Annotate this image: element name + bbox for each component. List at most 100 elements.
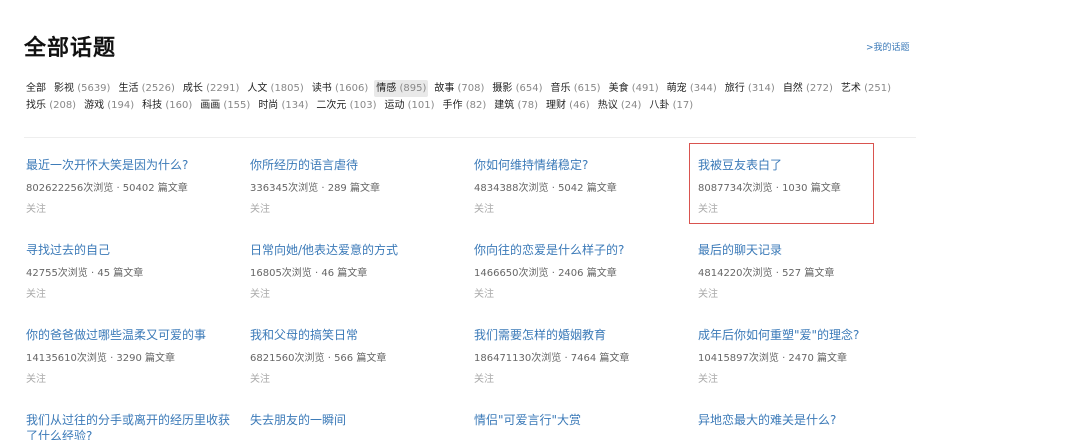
- topic-card: 情侣"可爱言行"大赏: [474, 412, 684, 428]
- category-count: (615): [573, 83, 601, 94]
- topic-title-link[interactable]: 异地恋最大的难关是什么?: [698, 412, 906, 428]
- follow-button[interactable]: 关注: [698, 370, 718, 385]
- follow-button[interactable]: 关注: [250, 200, 270, 215]
- category-item[interactable]: 科技 (160): [140, 97, 194, 114]
- category-name: 建筑: [494, 100, 515, 111]
- topic-title-link[interactable]: 情侣"可爱言行"大赏: [474, 412, 682, 428]
- follow-button[interactable]: 关注: [26, 370, 46, 385]
- category-item[interactable]: 生活 (2526): [116, 80, 176, 97]
- category-item[interactable]: 建筑 (78): [492, 97, 540, 114]
- topic-card: 日常向她/他表达爱意的方式 16805次浏览 · 46 篇文章关注: [250, 242, 460, 301]
- category-count: (46): [569, 100, 590, 111]
- category-count: (134): [281, 100, 309, 111]
- category-count: (491): [631, 83, 659, 94]
- topic-stats: 336345次浏览 · 289 篇文章: [250, 183, 380, 194]
- category-count: (1606): [335, 83, 369, 94]
- topic-title-link[interactable]: 成年后你如何重塑"爱"的理念?: [698, 327, 906, 343]
- topic-card: 寻找过去的自己 42755次浏览 · 45 篇文章 关注: [26, 242, 236, 301]
- category-name: 人文: [247, 83, 268, 94]
- category-count: (1805): [270, 83, 304, 94]
- topic-title-link[interactable]: 我们从过往的分手或离开的经历里收获了什么经验?: [26, 412, 234, 440]
- category-item[interactable]: 旅行 (314): [723, 80, 777, 97]
- topic-card: 成年后你如何重塑"爱"的理念? 10415897次浏览 · 2470 篇文章关注: [698, 327, 908, 386]
- category-item[interactable]: 艺术 (251): [839, 80, 893, 97]
- topic-stats: 10415897次浏览 · 2470 篇文章: [698, 353, 848, 364]
- category-item[interactable]: 人文 (1805): [245, 80, 305, 97]
- category-item[interactable]: 游戏 (194): [82, 97, 136, 114]
- topic-card: 异地恋最大的难关是什么?: [698, 412, 908, 428]
- category-name: 游戏: [84, 100, 105, 111]
- page-title: 全部话题: [24, 36, 117, 61]
- follow-button[interactable]: 关注: [26, 200, 46, 215]
- category-name: 旅行: [724, 83, 745, 94]
- category-name: 二次元: [316, 100, 347, 111]
- follow-button[interactable]: 关注: [250, 285, 270, 300]
- follow-button[interactable]: 关注: [698, 285, 718, 300]
- category-item[interactable]: 找乐 (208): [24, 97, 78, 114]
- topic-title-link[interactable]: 我和父母的搞笑日常: [250, 327, 458, 343]
- category-name: 八卦: [649, 100, 670, 111]
- topics-page: 全部话题 >我的话题 全部 影视 (5639) 生活 (2526) 成长 (2291…: [0, 0, 1080, 440]
- category-item[interactable]: 故事 (708): [432, 80, 486, 97]
- category-count: (101): [407, 100, 435, 111]
- category-item[interactable]: 运动 (101): [382, 97, 436, 114]
- category-item[interactable]: 热议 (24): [596, 97, 644, 114]
- follow-button[interactable]: 关注: [26, 285, 46, 300]
- topic-title-link[interactable]: 你所经历的语言虐待: [250, 157, 458, 173]
- category-count: (251): [864, 83, 891, 94]
- follow-button[interactable]: 关注: [474, 370, 494, 385]
- topic-title-link[interactable]: 最近一次开怀大笑是因为什么?: [26, 157, 234, 173]
- category-item[interactable]: 手作 (82): [441, 97, 489, 114]
- category-item[interactable]: 成长 (2291): [181, 80, 241, 97]
- category-item[interactable]: 读书 (1606): [310, 80, 370, 97]
- topic-card: 失去朋友的一瞬间: [250, 412, 460, 428]
- follow-button[interactable]: 关注: [474, 200, 494, 215]
- category-item[interactable]: 画画 (155): [198, 97, 252, 114]
- topic-stats: 4834388次浏览 · 5042 篇文章: [474, 183, 617, 194]
- category-count: (194): [107, 100, 135, 111]
- category-item[interactable]: 二次元 (103): [314, 97, 378, 114]
- topic-title-link[interactable]: 你如何维持情绪稳定?: [474, 157, 682, 173]
- category-item[interactable]: 自然 (272): [781, 80, 835, 97]
- category-item[interactable]: 音乐 (615): [549, 80, 603, 97]
- category-count: (160): [165, 100, 193, 111]
- category-item[interactable]: 全部: [24, 80, 48, 97]
- follow-button[interactable]: 关注: [250, 370, 270, 385]
- category-name: 找乐: [26, 100, 46, 111]
- topic-card: 最近一次开怀大笑是因为什么? 802622256次浏览 · 50402 篇文章 关注: [26, 157, 236, 216]
- category-item[interactable]: 美食 (491): [607, 80, 661, 97]
- category-item[interactable]: 理财 (46): [544, 97, 592, 114]
- category-name: 艺术: [840, 83, 861, 94]
- topic-stats: 16805次浏览 · 46 篇文章: [250, 268, 368, 279]
- topic-title-link[interactable]: 日常向她/他表达爱意的方式: [250, 242, 458, 258]
- topic-card: 你所经历的语言虐待 336345次浏览 · 289 篇文章关注: [250, 157, 460, 216]
- follow-button[interactable]: 关注: [474, 285, 494, 300]
- topic-card: 你的爸爸做过哪些温柔又可爱的事 14135610次浏览 · 3290 篇文章 关注: [26, 327, 236, 386]
- category-item[interactable]: 摄影 (654): [490, 80, 544, 97]
- category-item[interactable]: 时尚 (134): [256, 97, 310, 114]
- topic-title-link[interactable]: 最后的聊天记录: [698, 242, 906, 258]
- category-item[interactable]: 八卦 (17): [647, 97, 695, 114]
- category-name: 影视: [54, 83, 74, 94]
- category-name: 自然: [782, 83, 803, 94]
- category-count: (708): [457, 83, 485, 94]
- topic-title-link[interactable]: 你向往的恋爱是什么样子的?: [474, 242, 682, 258]
- category-name: 成长: [182, 83, 203, 94]
- topic-title-link[interactable]: 你的爸爸做过哪些温柔又可爱的事: [26, 327, 234, 343]
- category-count: (2526): [141, 83, 175, 94]
- topic-stats: 4814220次浏览 · 527 篇文章: [698, 268, 835, 279]
- my-topics-link[interactable]: >我的话题: [866, 40, 910, 53]
- category-item[interactable]: 萌宠 (344): [665, 80, 719, 97]
- category-count: (103): [349, 100, 377, 111]
- category-name: 理财: [545, 100, 566, 111]
- category-item[interactable]: 情感 (895): [374, 80, 429, 97]
- category-count: (24): [620, 100, 642, 111]
- category-name: 故事: [434, 83, 455, 94]
- topic-title-link[interactable]: 寻找过去的自己: [26, 242, 234, 258]
- topic-stats: 6821560次浏览 · 566 篇文章: [250, 353, 387, 364]
- category-item[interactable]: 影视 (5639): [52, 80, 112, 97]
- category-count: (2291): [206, 83, 240, 94]
- topic-title-link[interactable]: 失去朋友的一瞬间: [250, 412, 458, 428]
- category-count: (78): [517, 100, 538, 111]
- topic-title-link[interactable]: 我们需要怎样的婚姻教育: [474, 327, 682, 343]
